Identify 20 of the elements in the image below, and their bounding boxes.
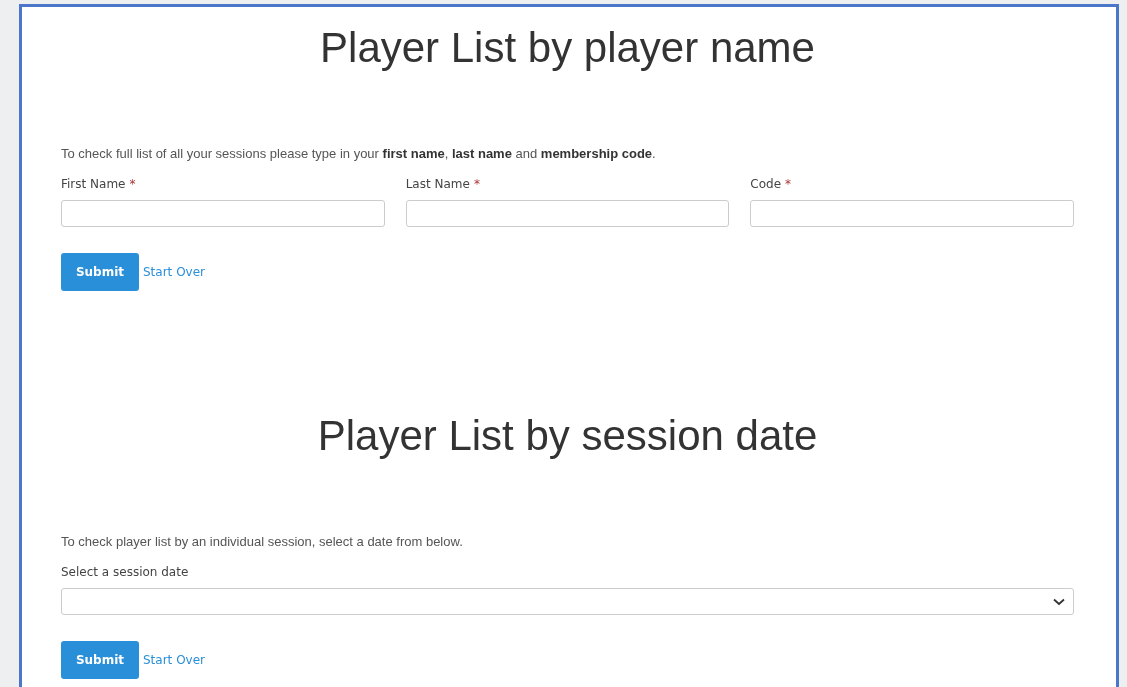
instruction-text: To check full list of all your sessions please type in your first name, last name and membership code. bbox=[61, 145, 657, 163]
input-field[interactable] bbox=[61, 200, 385, 227]
instruction-text: To check player list by an individual session, select a date from below. bbox=[61, 533, 464, 551]
start-over-link[interactable]: Start Over bbox=[143, 653, 205, 667]
field-label: First Name bbox=[61, 176, 126, 192]
submit-button[interactable]: Submit bbox=[61, 641, 139, 679]
start-over-link[interactable]: Start Over bbox=[143, 265, 205, 279]
submit-button[interactable]: Submit bbox=[61, 253, 139, 291]
date-select[interactable] bbox=[61, 588, 1074, 615]
input-field[interactable] bbox=[750, 200, 1074, 227]
chevron-down-icon bbox=[1053, 597, 1065, 606]
section-title: Player List by player name bbox=[319, 23, 816, 73]
required-mark: * bbox=[129, 176, 136, 192]
field-label: Last Name bbox=[405, 176, 470, 192]
section-title: Player List by session date bbox=[316, 411, 819, 461]
required-mark: * bbox=[473, 176, 480, 192]
input-field[interactable] bbox=[405, 200, 730, 227]
field-label: Select a session date bbox=[61, 564, 189, 580]
field-label: Code bbox=[750, 176, 782, 192]
required-mark: * bbox=[785, 176, 792, 192]
